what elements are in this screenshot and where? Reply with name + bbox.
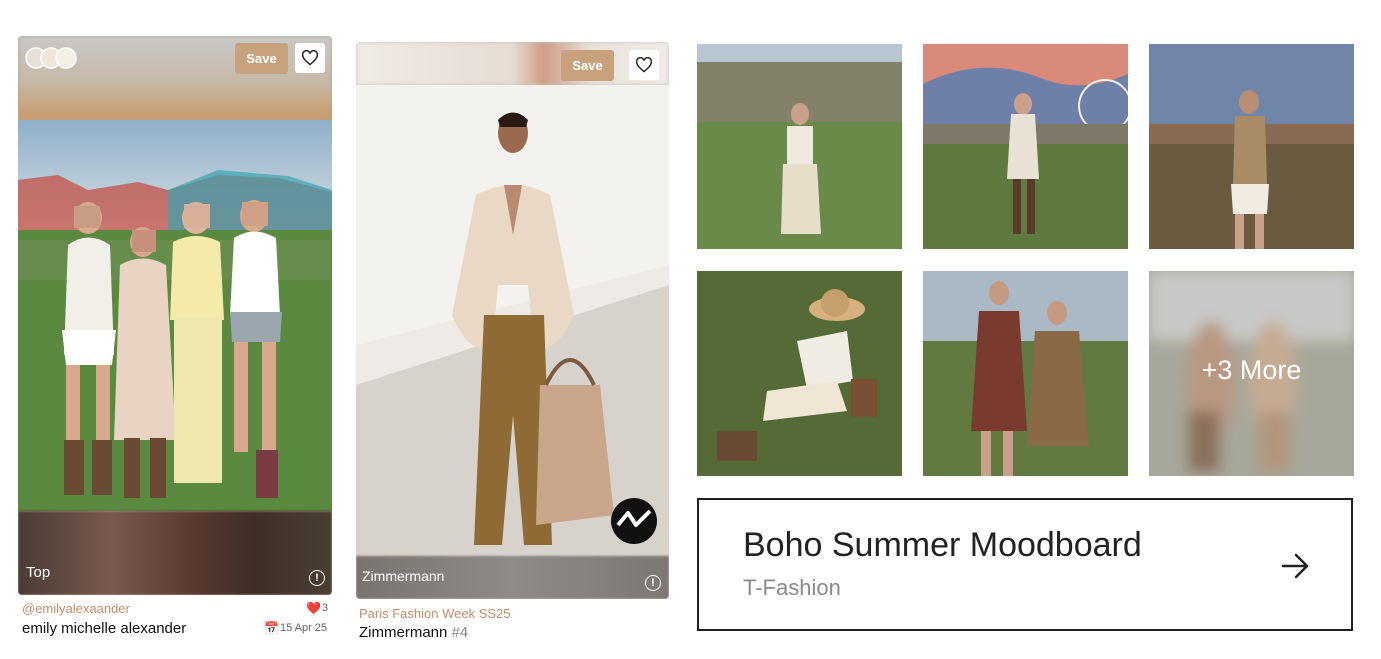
outfit-photo[interactable] <box>18 120 332 511</box>
moodboard-more-tile[interactable]: +3 More <box>1149 271 1354 476</box>
toggle-icon[interactable] <box>25 47 77 69</box>
moodboard-subtitle: T-Fashion <box>743 575 841 600</box>
overlay-label-brand: Zimmermann <box>362 568 445 584</box>
calendar-icon: 📅 <box>264 621 279 635</box>
overlay-label-top: Top <box>26 564 51 581</box>
moodboard-title: Boho Summer Moodboard <box>743 526 1142 564</box>
date-value: 15 Apr 25 <box>279 622 328 634</box>
likes-value: 3 <box>321 602 329 614</box>
card-blurred-backdrop <box>356 42 669 85</box>
moodboard-image[interactable] <box>1149 44 1354 249</box>
runway-card-zimmermann[interactable]: Save Zimmermann ! <box>356 42 669 599</box>
moodboard-image[interactable] <box>697 44 902 249</box>
info-icon[interactable]: ! <box>309 570 325 586</box>
info-icon[interactable]: ! <box>645 575 661 591</box>
runway-photo[interactable] <box>356 85 669 556</box>
moodboard-image[interactable] <box>923 271 1128 476</box>
moodboard-image[interactable] <box>697 271 902 476</box>
outfit-card-emily[interactable]: Save Top ! <box>18 36 332 595</box>
likes-count[interactable]: ❤️ 3 <box>306 601 328 615</box>
look-number: #4 <box>451 624 469 641</box>
heart-icon <box>301 50 319 66</box>
moodboard-link-card[interactable]: Boho Summer Moodboard T-Fashion <box>697 498 1353 631</box>
save-button[interactable]: Save <box>561 50 614 81</box>
more-count-label: +3 More <box>1201 355 1302 385</box>
favorite-button[interactable] <box>629 50 659 80</box>
arrow-right-icon[interactable] <box>1281 552 1311 580</box>
author-name: emily michelle alexander <box>22 620 187 637</box>
moodboard-image[interactable] <box>923 44 1128 249</box>
save-button[interactable]: Save <box>235 43 288 74</box>
author-handle[interactable]: @emilyalexaander <box>22 601 130 616</box>
post-date: 📅 15 Apr 25 <box>264 621 327 635</box>
event-name[interactable]: Paris Fashion Week SS25 <box>359 606 511 621</box>
heart-icon <box>635 57 653 73</box>
brand-logo-icon <box>611 498 657 544</box>
look-title: Zimmermann #4 <box>359 624 468 641</box>
brand-name: Zimmermann <box>359 624 448 641</box>
favorite-button[interactable] <box>295 43 325 73</box>
card-blurred-footer <box>18 511 332 595</box>
heart-filled-icon: ❤️ <box>306 601 321 615</box>
